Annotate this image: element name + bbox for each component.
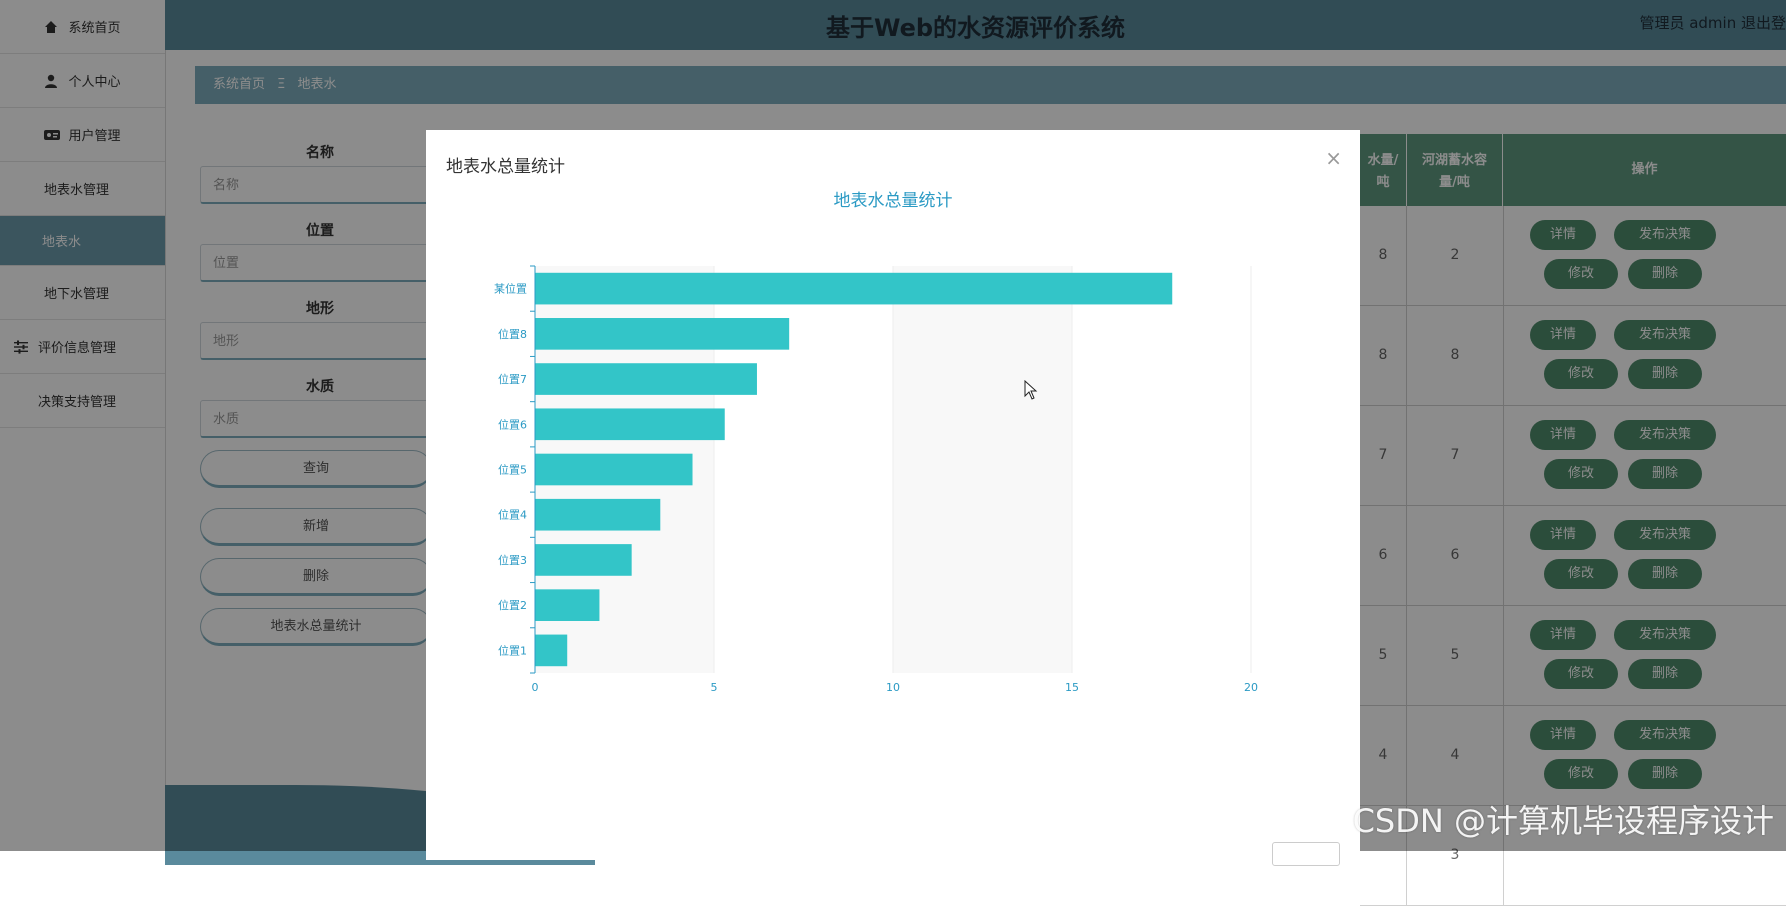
y-tick-label: 位置5 xyxy=(498,463,527,477)
x-tick-label: 5 xyxy=(711,681,718,694)
y-tick-label: 位置1 xyxy=(498,643,527,657)
y-tick-label: 位置2 xyxy=(498,598,527,612)
bar xyxy=(535,453,693,486)
bar xyxy=(535,318,790,350)
bar xyxy=(535,363,757,395)
bar xyxy=(535,408,725,441)
grid-band xyxy=(893,266,1072,673)
bar xyxy=(535,272,1173,305)
x-tick-label: 20 xyxy=(1244,681,1258,694)
close-icon[interactable]: × xyxy=(1325,146,1342,170)
bar xyxy=(535,634,568,667)
y-tick-label: 某位置 xyxy=(494,282,527,296)
y-tick-label: 位置6 xyxy=(498,417,527,431)
bar-chart: 地表水总量统计某位置位置8 位置7 位置6 位置5 位置4 位置3 位置2 位置1 0 5 10 15… xyxy=(494,191,1258,694)
y-tick-label: 位置4 xyxy=(498,508,527,522)
y-tick-label: 位置3 xyxy=(498,553,527,567)
y-tick-label: 位置7 xyxy=(498,372,527,386)
bar xyxy=(535,544,632,576)
x-tick-label: 15 xyxy=(1065,681,1079,694)
x-tick-label: 10 xyxy=(886,681,900,694)
watermark: CSDN @计算机毕设程序设计 xyxy=(1352,802,1774,840)
stats-modal: 地表水总量统计 × 地表水总量统计某位置位置8 位置7 位置6 位置5 位置4 位置3 位置… xyxy=(426,130,1360,866)
chart-title: 地表水总量统计 xyxy=(834,191,953,211)
modal-footer-button[interactable] xyxy=(1272,842,1340,866)
bar xyxy=(535,498,661,531)
x-tick-label: 0 xyxy=(532,681,539,694)
mouse-cursor-icon xyxy=(1024,379,1038,404)
bar xyxy=(535,589,600,621)
y-tick-label: 位置8 xyxy=(498,327,527,341)
modal-title: 地表水总量统计 xyxy=(446,157,565,177)
